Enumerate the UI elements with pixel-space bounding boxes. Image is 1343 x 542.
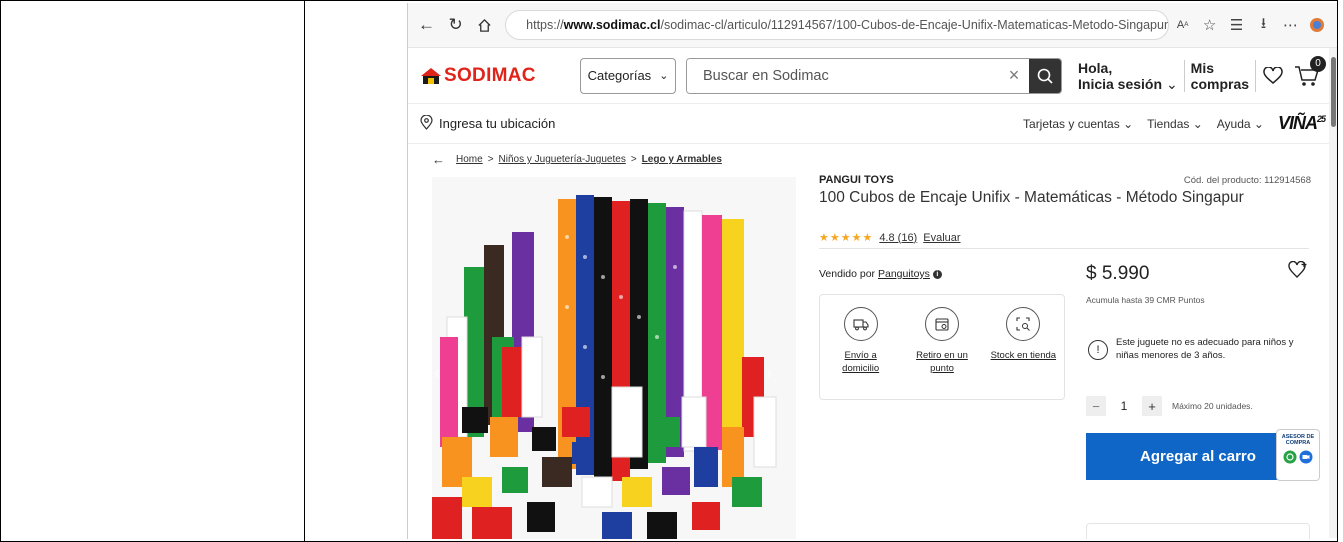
categories-label: Categorías [587,68,652,83]
breadcrumb-kids-toys[interactable]: Niños y Juguetería-Juguetes [499,154,626,165]
increase-quantity-button[interactable]: + [1142,396,1162,416]
cart-count-badge: 0 [1310,55,1327,72]
location-link[interactable]: Ingresa tu ubicación [439,116,555,131]
clear-icon[interactable]: × [999,59,1029,93]
downloads-icon[interactable]: ⭳ [1250,11,1277,39]
seller-link[interactable]: Panguitoys [878,268,930,280]
decrease-quantity-button[interactable]: − [1086,396,1106,416]
seller-info: Vendido por Panguitoys i [819,268,942,280]
add-wishlist-heart-icon[interactable] [1288,260,1308,284]
age-warning-text: Este juguete no es adecuado para niños y… [1116,337,1294,361]
whatsapp-icon [1283,450,1297,464]
refresh-icon[interactable]: ↻ [443,12,468,38]
favorite-star-icon[interactable]: ☆ [1196,11,1223,39]
home-icon[interactable] [472,12,497,38]
my-orders-link[interactable]: Mis compras [1185,59,1257,92]
login-label: Inicia sesión [1078,75,1163,92]
quantity-stepper: − 1 + Máximo 20 unidades. [1086,396,1253,416]
info-icon[interactable]: i [932,269,942,279]
stores-link[interactable]: Tiendas ⌄ [1147,117,1203,131]
delivery-option-pickup[interactable]: Retiro en un punto [909,307,975,399]
rating-stars: ★★★★★ [819,232,874,244]
cmr-points: Acumula hasta 39 CMR Puntos [1086,295,1205,305]
copilot-icon[interactable] [1304,11,1331,39]
rating-value-link[interactable]: 4.8 (16) [879,232,917,244]
address-bar[interactable]: https://www.sodimac.cl/sodimac-cl/articu… [505,10,1170,40]
house-logo-icon [421,67,441,84]
orders-line2: compras [1190,75,1250,92]
cards-accounts-link[interactable]: Tarjetas y cuentas ⌄ [1023,117,1133,131]
divider [819,248,1309,249]
search-box: × [686,57,1062,94]
store-pickup-icon [924,307,959,341]
browser-window: ← ↻ https://www.sodimac.cl/sodimac-cl/ar… [407,3,1337,539]
breadcrumb-lego[interactable]: Lego y Armables [642,154,722,165]
site-header: SODIMAC Categorías ⌄ × Hola, Inicia sesi… [408,48,1337,104]
delivery-option-home[interactable]: Envío a domicilio [828,307,894,399]
product-brand[interactable]: PANGUI TOYS [819,174,894,186]
top-links: Tarjetas y cuentas ⌄ Tiendas ⌄ Ayuda ⌄ V… [1023,113,1326,134]
sodimac-logo[interactable]: SODIMAC [420,65,580,87]
browser-toolbar: ← ↻ https://www.sodimac.cl/sodimac-cl/ar… [408,3,1337,48]
back-icon[interactable]: ← [414,12,439,38]
location-pin-icon [420,113,433,133]
breadcrumb-separator: > [630,154,637,165]
vina-logo: VIÑA25 [1277,113,1326,133]
truck-icon [843,307,878,341]
more-icon[interactable]: ⋯ [1277,11,1304,39]
next-section-card [1086,523,1310,539]
delivery-option-stock[interactable]: Stock en tienda [990,307,1056,399]
url-prefix: https:// [526,18,564,32]
cart-button[interactable]: 0 [1290,55,1327,88]
breadcrumb-separator: > [487,154,494,165]
login-link[interactable]: Hola, Inicia sesión ⌄ [1078,59,1185,92]
help-link[interactable]: Ayuda ⌄ [1217,117,1264,131]
search-button[interactable] [1029,58,1061,93]
next-image-icon[interactable]: › [766,363,772,384]
rate-product-link[interactable]: Evaluar [923,232,960,244]
scrollbar-thumb[interactable] [1331,57,1336,127]
wishlist-heart-icon[interactable] [1256,66,1290,85]
delivery-option-label: Envío a domicilio [842,350,880,374]
chevron-down-icon: ⌄ [1165,75,1178,92]
orders-line1: Mis [1190,59,1215,76]
favorites-list-icon[interactable]: ☰ [1223,11,1250,39]
logo-text: SODIMAC [444,64,536,86]
delivery-options: Envío a domicilio Retiro en un punto Sto… [819,294,1065,400]
quantity-value[interactable]: 1 [1106,399,1142,413]
login-greeting: Hola, [1078,59,1113,76]
product-title: 100 Cubos de Encaje Unifix - Matemáticas… [819,189,1244,206]
stock-search-icon [1006,307,1041,341]
search-icon [1037,68,1053,84]
delivery-option-label: Stock en tienda [990,350,1057,361]
delivery-option-label: Retiro en un punto [916,350,968,374]
age-warning: ! Este juguete no es adecuado para niños… [1088,336,1312,362]
seller-label: Vendido por [819,268,876,280]
warning-icon: ! [1088,340,1108,360]
back-arrow-icon[interactable]: ← [432,152,445,167]
breadcrumb-home[interactable]: Home [456,154,483,165]
product-price: $ 5.990 [1086,263,1150,284]
chevron-down-icon: ⌄ [659,70,669,82]
product-sku: Cód. del producto: 112914568 [1183,175,1311,186]
location-bar: Ingresa tu ubicación Tarjetas y cuentas … [408,104,1337,144]
outer-left-panel [0,0,305,542]
url-domain: www.sodimac.cl [563,18,661,32]
max-units-text: Máximo 20 unidades. [1172,401,1253,411]
url-path: /sodimac-cl/articulo/112914567/100-Cubos… [660,18,1170,32]
categories-button[interactable]: Categorías ⌄ [580,57,676,94]
search-input[interactable] [687,58,999,93]
previous-image-icon[interactable]: ‹ [434,363,440,384]
read-aloud-icon[interactable]: Aᴬ [1169,11,1196,39]
product-rating: ★★★★★ 4.8 (16) Evaluar [819,231,961,245]
product-image[interactable] [432,177,796,539]
advisor-label: ASESOR DE COMPRA [1281,434,1315,446]
shopping-advisor-widget[interactable]: ASESOR DE COMPRA [1276,429,1320,481]
video-call-icon [1299,450,1313,464]
breadcrumb: ← Home > Niños y Juguetería-Juguetes > L… [432,152,722,167]
